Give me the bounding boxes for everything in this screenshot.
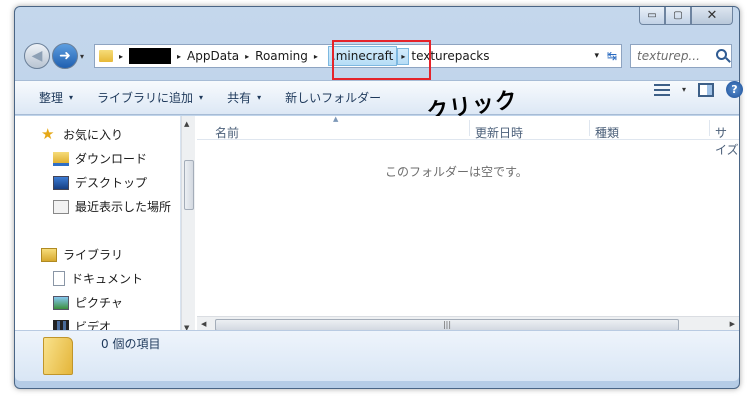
maximize-button[interactable]: ▢ — [665, 7, 691, 25]
search-icon[interactable] — [716, 49, 727, 60]
star-icon: ★ — [41, 125, 55, 143]
include-library-label: ライブラリに追加 — [97, 91, 194, 105]
scrollbar-thumb[interactable] — [184, 160, 194, 210]
redacted-username — [129, 48, 172, 64]
desktop-icon — [53, 175, 69, 190]
crumb-appdata[interactable]: AppData — [187, 49, 239, 63]
empty-folder-message: このフォルダーは空です。 — [385, 165, 528, 179]
recent-places-icon — [53, 199, 69, 214]
share-button[interactable]: 共有 ▾ — [227, 89, 261, 106]
column-divider[interactable] — [469, 120, 470, 136]
share-label: 共有 — [227, 91, 252, 105]
help-icon[interactable]: ? — [726, 81, 743, 98]
sidebar-item-label: ドキュメント — [71, 272, 144, 286]
sidebar-item-label: ライブラリ — [63, 248, 124, 262]
chevron-down-icon[interactable]: ▾ — [682, 85, 686, 94]
scroll-right-icon[interactable]: ▶ — [730, 320, 735, 328]
downloads-icon — [53, 151, 69, 166]
sidebar-scrollbar[interactable]: ▲ ▼ — [181, 116, 195, 336]
preview-pane-icon[interactable] — [698, 82, 714, 97]
minimize-button[interactable]: ▭ — [639, 7, 665, 25]
include-library-button[interactable]: ライブラリに追加 ▾ — [97, 89, 203, 106]
organize-button[interactable]: 整理 ▾ — [39, 89, 73, 106]
separator-arrow-icon[interactable]: ▸ — [119, 52, 123, 61]
chevron-down-icon: ▾ — [257, 93, 262, 102]
sidebar-item-label: 最近表示した場所 — [75, 200, 172, 214]
navigation-pane: ★ お気に入り ダウンロード デスクトップ 最近表示した場所 ライブラリ ドキュ… — [15, 116, 181, 336]
column-type[interactable]: 種類 — [595, 124, 619, 141]
content-area: ★ お気に入り ダウンロード デスクトップ 最近表示した場所 ライブラリ ドキュ… — [15, 115, 739, 336]
pictures-icon — [53, 295, 69, 310]
crumb-roaming[interactable]: Roaming — [255, 49, 308, 63]
separator-arrow-icon[interactable]: ▸ — [177, 52, 181, 61]
refresh-icon[interactable]: ↹ — [607, 49, 617, 63]
details-pane: 0 個の項目 — [15, 330, 739, 381]
back-button[interactable]: ◀ — [24, 43, 50, 69]
chevron-down-icon: ▾ — [69, 93, 74, 102]
library-icon — [41, 247, 57, 262]
history-dropdown-icon[interactable]: ▾ — [80, 52, 84, 61]
column-modified[interactable]: 更新日時 — [475, 124, 523, 141]
command-toolbar: 整理 ▾ ライブラリに追加 ▾ 共有 ▾ 新しいフォルダー — [15, 80, 739, 115]
column-divider[interactable] — [589, 120, 590, 136]
column-size[interactable]: サイズ — [715, 124, 739, 158]
new-folder-label: 新しいフォルダー — [285, 91, 382, 105]
sidebar-item-label: ダウンロード — [75, 152, 148, 166]
sidebar-item-label: ピクチャ — [75, 296, 123, 310]
window-controls: ▭ ▢ ✕ — [639, 7, 733, 25]
sidebar-item-label: お気に入り — [63, 127, 124, 142]
document-icon — [53, 271, 65, 286]
sidebar-item-recent[interactable]: 最近表示した場所 — [53, 198, 171, 215]
separator-arrow-icon[interactable]: ▸ — [314, 52, 318, 61]
toolbar-right-icons: ▾ ? — [653, 81, 743, 98]
sidebar-item-documents[interactable]: ドキュメント — [53, 270, 143, 287]
search-input[interactable]: texturep... — [630, 44, 732, 68]
chevron-down-icon: ▾ — [199, 93, 204, 102]
sidebar-item-desktop[interactable]: デスクトップ — [53, 174, 147, 191]
column-divider[interactable] — [709, 120, 710, 136]
sidebar-item-pictures[interactable]: ピクチャ — [53, 294, 123, 311]
scroll-up-icon[interactable]: ▲ — [184, 120, 189, 128]
organize-label: 整理 — [39, 91, 64, 105]
separator-arrow-icon[interactable]: ▸ — [245, 52, 249, 61]
forward-button[interactable]: ➜ — [52, 43, 78, 69]
new-folder-button[interactable]: 新しいフォルダー — [285, 89, 381, 106]
column-header: ▲ 名前 更新日時 種類 サイズ — [197, 115, 739, 157]
annotation-highlight-box — [332, 40, 431, 80]
scroll-left-icon[interactable]: ◀ — [201, 320, 206, 328]
view-options-icon[interactable] — [653, 83, 670, 96]
sidebar-item-downloads[interactable]: ダウンロード — [53, 150, 147, 167]
sidebar-item-favorites[interactable]: ★ お気に入り — [41, 125, 123, 143]
sidebar-item-label: デスクトップ — [75, 176, 148, 190]
item-count: 0 個の項目 — [101, 337, 161, 351]
folder-icon — [43, 337, 73, 375]
column-name[interactable]: 名前 — [215, 124, 239, 141]
folder-icon — [99, 50, 113, 62]
close-button[interactable]: ✕ — [691, 7, 733, 25]
sort-indicator-icon: ▲ — [333, 115, 339, 123]
search-placeholder: texturep... — [637, 49, 700, 63]
sidebar-item-libraries[interactable]: ライブラリ — [41, 246, 123, 263]
address-dropdown-icon[interactable]: ▾ — [594, 51, 599, 61]
